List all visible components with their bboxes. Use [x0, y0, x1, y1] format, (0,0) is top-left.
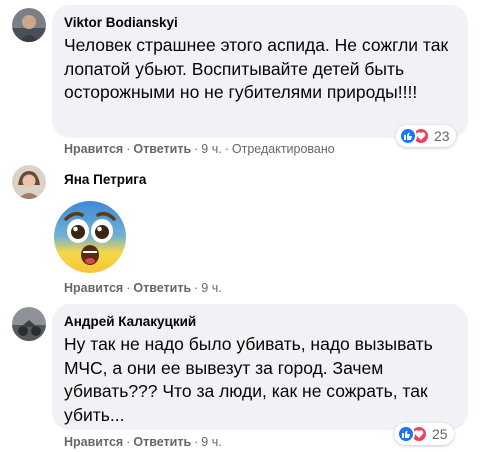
comment-author[interactable]: Андрей Калакуцкий	[64, 313, 456, 331]
separator: ·	[194, 435, 199, 449]
edited-label: Отредактировано	[231, 142, 335, 156]
comment-actions: Нравится · Ответить · 9 ч.	[64, 280, 222, 296]
separator: ·	[224, 142, 229, 156]
separator: ·	[194, 142, 199, 156]
reply-button[interactable]: Ответить	[133, 142, 191, 156]
comment-author[interactable]: Viktor Bodianskyi	[64, 14, 456, 32]
reply-button[interactable]: Ответить	[133, 435, 191, 449]
comment-bubble: Viktor Bodianskyi Человек страшнее этого…	[52, 5, 468, 138]
reaction-count: 25	[432, 426, 448, 442]
like-button[interactable]: Нравится	[64, 281, 123, 295]
separator: ·	[126, 281, 131, 295]
like-button[interactable]: Нравится	[64, 435, 123, 449]
reactions-summary[interactable]: 23	[396, 125, 456, 147]
avatar-andrey[interactable]	[12, 307, 46, 341]
fearful-face-emoji	[52, 199, 128, 280]
avatar-viktor[interactable]	[12, 8, 46, 42]
timestamp[interactable]: 9 ч.	[201, 281, 221, 295]
timestamp[interactable]: 9 ч.	[201, 435, 221, 449]
comment-actions: Нравится · Ответить · 9 ч.	[64, 434, 222, 450]
separator: ·	[126, 142, 131, 156]
comment-actions: Нравится · Ответить · 9 ч. · Отредактировано	[64, 141, 335, 157]
comment-author[interactable]: Яна Петрига	[64, 171, 146, 189]
separator: ·	[126, 435, 131, 449]
reaction-count: 23	[434, 128, 450, 144]
comment-text: Человек страшнее этого аспида. Не сожгли…	[64, 35, 449, 102]
thumbs-up-icon	[399, 127, 417, 145]
separator: ·	[194, 281, 199, 295]
timestamp[interactable]: 9 ч.	[201, 142, 221, 156]
reactions-summary[interactable]: 25	[394, 423, 454, 445]
avatar-yana[interactable]	[12, 165, 46, 199]
thumbs-up-icon	[397, 425, 415, 443]
reply-button[interactable]: Ответить	[133, 281, 191, 295]
comment-text: Ну так не надо было убивать, надо вызыва…	[64, 334, 433, 425]
like-button[interactable]: Нравится	[64, 142, 123, 156]
comment-bubble: Андрей Калакуцкий Ну так не надо было уб…	[52, 304, 468, 430]
